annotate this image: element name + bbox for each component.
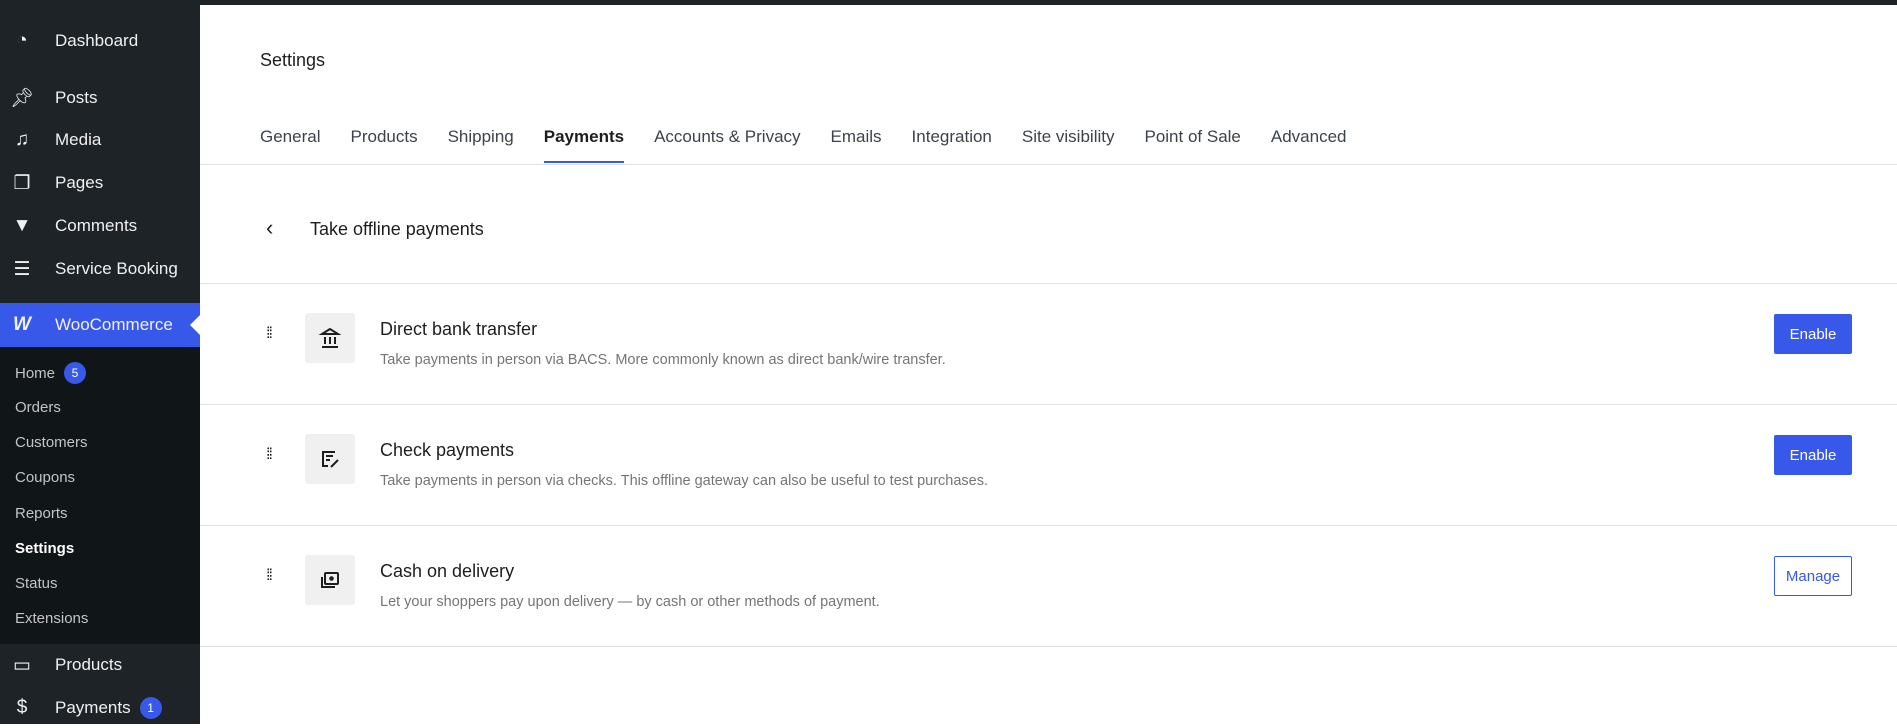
label: Service Booking <box>55 259 178 278</box>
check-icon <box>305 434 355 484</box>
drag-handle-icon[interactable]: ⁞⁞ <box>266 326 280 342</box>
method-title: Direct bank transfer <box>380 319 538 339</box>
label: Pages <box>55 173 104 192</box>
media-icon: ♫ <box>14 129 30 150</box>
back-chevron-icon[interactable]: ‹ <box>266 215 273 241</box>
label: Products <box>55 655 123 674</box>
method-description: Let your shoppers pay upon delivery — by… <box>380 594 880 610</box>
cash-icon <box>305 555 355 605</box>
submenu-orders[interactable]: Orders <box>15 399 61 416</box>
method-title: Check payments <box>380 440 515 460</box>
method-description: Take payments in person via BACS. More c… <box>380 352 946 368</box>
pin-icon: 📌︎ <box>9 88 35 109</box>
label: Comments <box>55 216 138 235</box>
label: Media <box>55 130 102 149</box>
tab-shipping[interactable]: Shipping <box>448 127 514 163</box>
method-title: Cash on delivery <box>380 561 515 581</box>
page-title: Settings <box>260 50 326 70</box>
drag-handle-icon[interactable]: ⁞⁞ <box>266 568 280 584</box>
tab-products[interactable]: Products <box>350 127 417 163</box>
submenu-status[interactable]: Status <box>15 575 58 592</box>
sidebar-item-comments[interactable]: ▼ Comments <box>0 206 200 246</box>
sidebar-item-posts[interactable]: 📌︎ Posts <box>0 78 200 118</box>
bank-icon <box>305 313 355 363</box>
method-description: Take payments in person via checks. This… <box>380 473 988 489</box>
submenu-reports[interactable]: Reports <box>15 505 68 522</box>
sidebar-item-dashboard[interactable]: ◔ Dashboard <box>0 21 200 61</box>
submenu-settings[interactable]: Settings <box>15 540 74 557</box>
section-title: Take offline payments <box>310 219 484 239</box>
pages-icon: ❐ <box>13 172 31 194</box>
sidebar-item-payments[interactable]: $ Payments 1 <box>0 688 200 728</box>
divider <box>200 646 1897 647</box>
dollar-icon: $ <box>16 697 28 718</box>
settings-tabs: General Products Shipping Payments Accou… <box>260 127 1347 163</box>
payment-method-row: ⁞⁞ Cash on delivery Let your shoppers pa… <box>200 525 1897 646</box>
sidebar-item-products[interactable]: ▭ Products <box>0 645 200 685</box>
home-badge: 5 <box>64 362 87 384</box>
label: Payments <box>55 698 131 717</box>
archive-icon: ▭ <box>13 654 31 676</box>
payments-badge: 1 <box>139 697 162 719</box>
sidebar-item-pages[interactable]: ❐ Pages <box>0 163 200 203</box>
submenu-customers[interactable]: Customers <box>15 434 88 451</box>
sidebar-item-media[interactable]: ♫ Media <box>0 120 200 160</box>
comment-icon: ▼ <box>12 215 32 236</box>
tab-payments[interactable]: Payments <box>543 127 625 163</box>
payment-method-row: ⁞⁞ Check payments Take payments in perso… <box>200 404 1897 525</box>
tab-advanced[interactable]: Advanced <box>1271 127 1347 163</box>
sidebar-item-service-booking[interactable]: ☰ Service Booking <box>0 249 200 289</box>
tab-site-visibility[interactable]: Site visibility <box>1022 127 1115 163</box>
label: Posts <box>55 88 98 107</box>
submenu-home[interactable]: Home 5 <box>15 362 87 384</box>
payment-method-row: ⁞⁞ Direct bank transfer Take payments in… <box>200 283 1897 404</box>
woocommerce-submenu: Home 5 Orders Customers Coupons Reports S… <box>0 347 200 644</box>
woo-icon: W <box>13 314 31 335</box>
tab-integration[interactable]: Integration <box>912 127 992 163</box>
label: WooCommerce <box>55 315 173 334</box>
submenu-extensions[interactable]: Extensions <box>15 610 88 627</box>
sidebar-item-woocommerce[interactable]: W WooCommerce <box>0 303 200 347</box>
dashboard-icon: ◔ <box>16 30 28 51</box>
manage-button[interactable]: Manage <box>1774 556 1852 596</box>
main-content: Settings General Products Shipping Payme… <box>200 5 1897 724</box>
label: Dashboard <box>55 31 139 50</box>
label: Home <box>15 364 56 382</box>
enable-button[interactable]: Enable <box>1774 314 1852 354</box>
list-icon: ☰ <box>13 258 31 280</box>
drag-handle-icon[interactable]: ⁞⁞ <box>266 447 280 463</box>
tab-accounts-privacy[interactable]: Accounts & Privacy <box>654 127 800 163</box>
tab-point-of-sale[interactable]: Point of Sale <box>1144 127 1240 163</box>
admin-sidebar: ◔ Dashboard 📌︎ Posts ♫ Media ❐ Pages ▼ Commen… <box>0 0 200 724</box>
divider <box>200 164 1897 165</box>
submenu-coupons[interactable]: Coupons <box>15 469 75 486</box>
tab-emails[interactable]: Emails <box>831 127 882 163</box>
enable-button[interactable]: Enable <box>1774 435 1852 475</box>
tab-general[interactable]: General <box>260 127 320 163</box>
